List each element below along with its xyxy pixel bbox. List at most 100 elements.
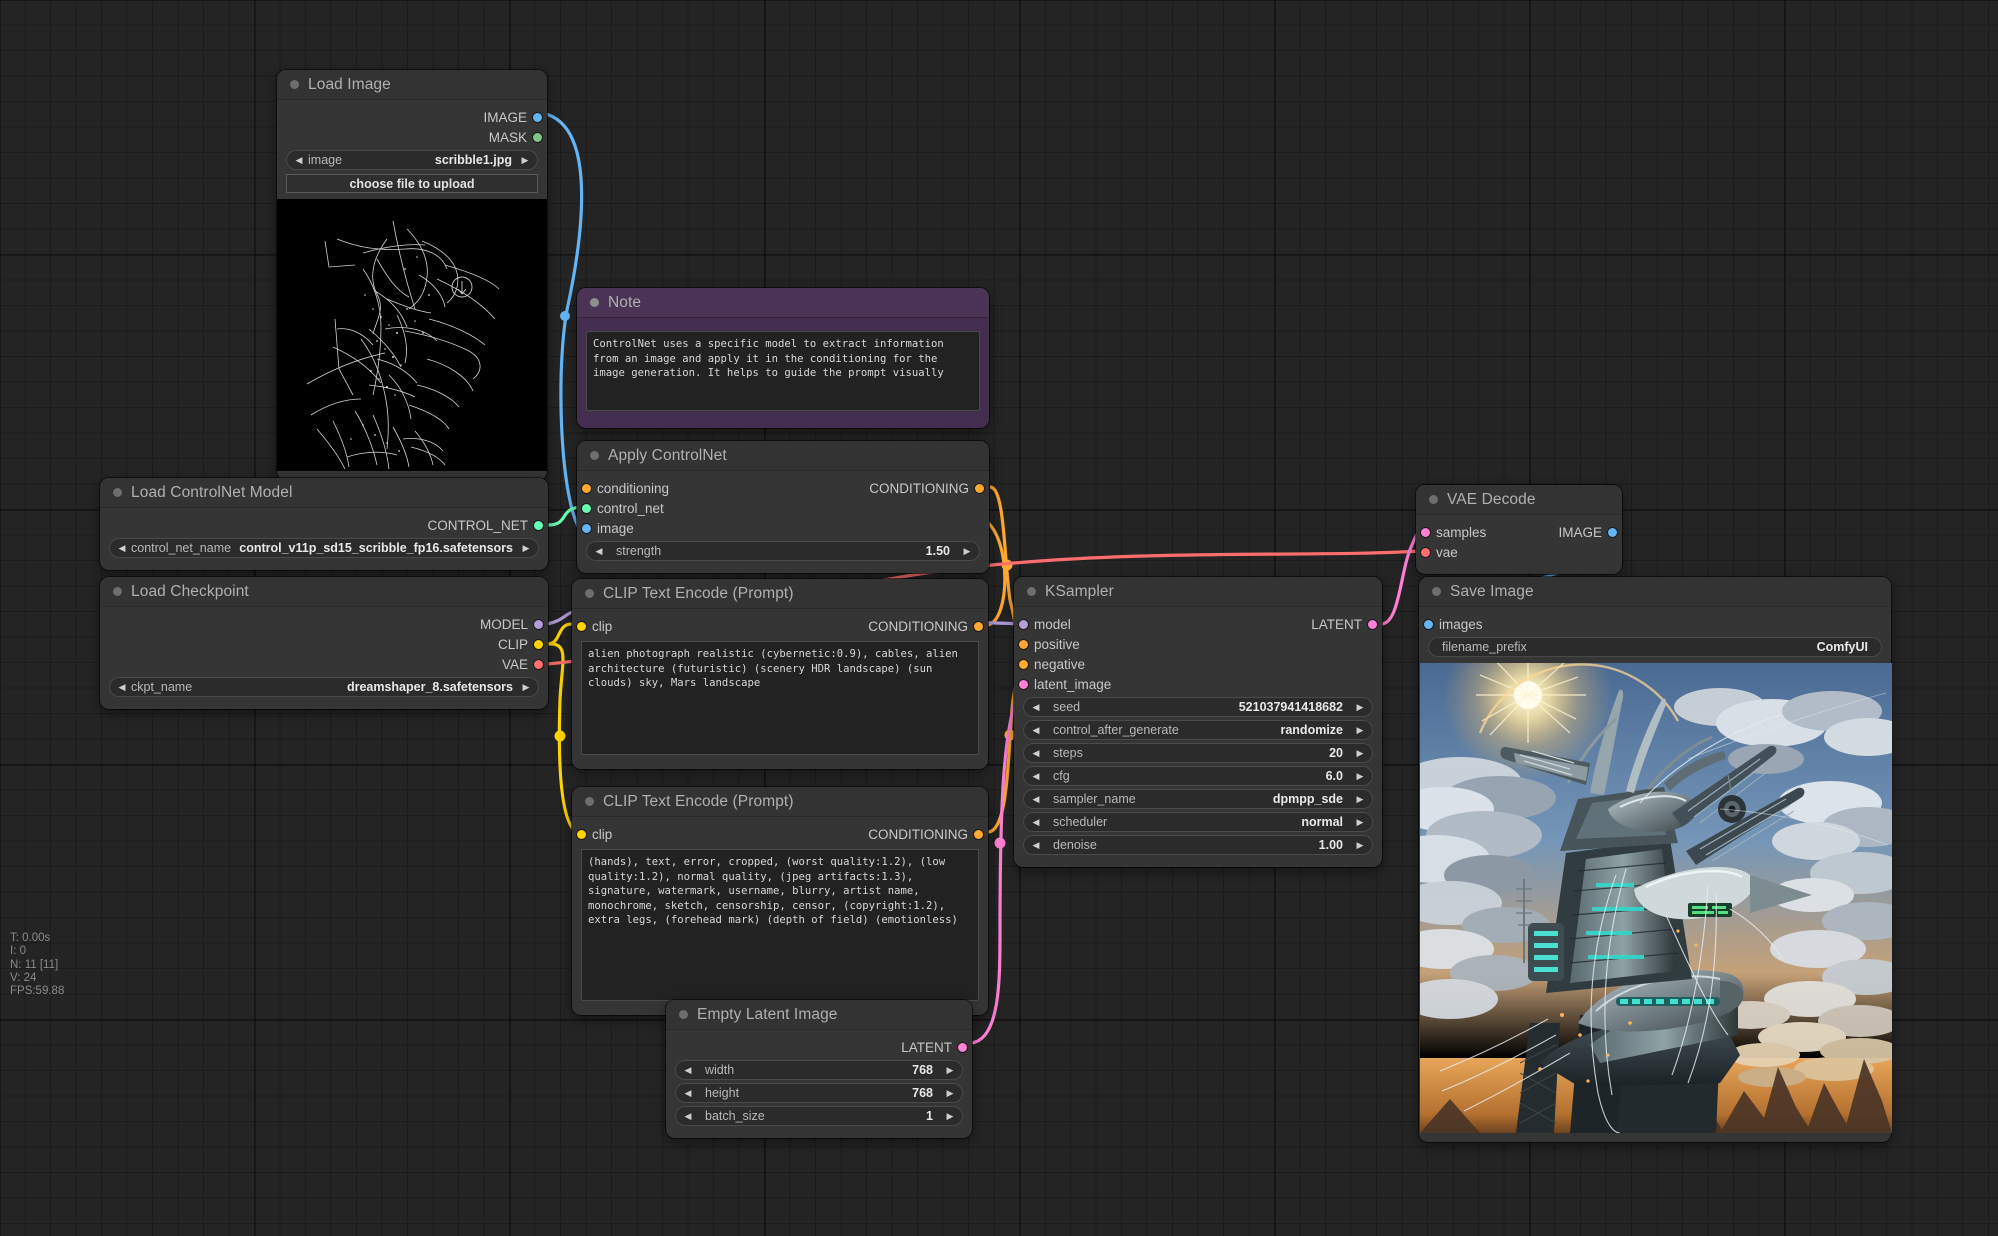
port-conditioning[interactable] [974, 622, 983, 631]
input-slot-clip[interactable]: clip [572, 616, 868, 636]
widget-height[interactable]: ◀ height 768 ▶ [675, 1083, 963, 1103]
input-slot-model[interactable]: model [1014, 614, 1311, 634]
port-conditioning[interactable] [974, 830, 983, 839]
chevron-left-icon[interactable]: ◀ [681, 1066, 695, 1075]
chevron-left-icon[interactable]: ◀ [592, 547, 606, 556]
output-slot-control-net[interactable]: CONTROL_NET [100, 515, 548, 535]
input-slot-latent-image[interactable]: latent_image [1014, 674, 1382, 694]
node-ksampler[interactable]: KSampler model LATENT positive negative … [1014, 577, 1382, 867]
output-slot-latent[interactable]: LATENT [1311, 614, 1382, 634]
input-slot-image[interactable]: image [577, 518, 989, 538]
widget-sampler-name[interactable]: ◀ sampler_name dpmpp_sde ▶ [1023, 789, 1373, 809]
port-control-net[interactable] [582, 504, 591, 513]
collapse-dot-icon[interactable] [585, 589, 594, 598]
widget-ckpt-name[interactable]: ◀ ckpt_name dreamshaper_8.safetensors ▶ [109, 677, 539, 697]
collapse-dot-icon[interactable] [290, 80, 299, 89]
chevron-left-icon[interactable]: ◀ [1029, 841, 1043, 850]
chevron-right-icon[interactable]: ▶ [1353, 818, 1367, 827]
collapse-dot-icon[interactable] [590, 451, 599, 460]
widget-strength[interactable]: ◀ strength 1.50 ▶ [586, 541, 980, 561]
node-title-load-image[interactable]: Load Image [277, 70, 547, 100]
node-save-image[interactable]: Save Image images filename_prefix ComfyU… [1419, 577, 1891, 1142]
output-slot-image[interactable]: IMAGE [277, 107, 547, 127]
chevron-left-icon[interactable]: ◀ [1029, 726, 1043, 735]
widget-denoise[interactable]: ◀ denoise 1.00 ▶ [1023, 835, 1373, 855]
widget-seed[interactable]: ◀ seed 521037941418682 ▶ [1023, 697, 1373, 717]
chevron-right-icon[interactable]: ▶ [518, 156, 532, 165]
chevron-left-icon[interactable]: ◀ [681, 1089, 695, 1098]
input-slot-clip[interactable]: clip [572, 824, 868, 844]
widget-image[interactable]: ◀ image scribble1.jpg ▶ [286, 150, 538, 170]
port-model[interactable] [534, 620, 543, 629]
chevron-left-icon[interactable]: ◀ [292, 156, 306, 165]
port-conditioning[interactable] [582, 484, 591, 493]
node-title-save-image[interactable]: Save Image [1419, 577, 1891, 607]
collapse-dot-icon[interactable] [1429, 495, 1438, 504]
output-slot-clip[interactable]: CLIP [100, 634, 548, 654]
port-clip[interactable] [577, 622, 586, 631]
input-slot-positive[interactable]: positive [1014, 634, 1382, 654]
chevron-right-icon[interactable]: ▶ [519, 683, 533, 692]
widget-control-net-name[interactable]: ◀ control_net_name control_v11p_sd15_scr… [109, 538, 539, 558]
port-latent[interactable] [958, 1043, 967, 1052]
chevron-right-icon[interactable]: ▶ [1353, 772, 1367, 781]
widget-scheduler[interactable]: ◀ scheduler normal ▶ [1023, 812, 1373, 832]
node-apply-controlnet[interactable]: Apply ControlNet conditioning CONDITIONI… [577, 441, 989, 573]
port-clip[interactable] [534, 640, 543, 649]
port-model[interactable] [1019, 620, 1028, 629]
port-vae[interactable] [534, 660, 543, 669]
node-title-ksampler[interactable]: KSampler [1014, 577, 1382, 607]
chevron-right-icon[interactable]: ▶ [943, 1112, 957, 1121]
input-slot-samples[interactable]: samples [1416, 522, 1558, 542]
output-slot-image[interactable]: IMAGE [1558, 522, 1622, 542]
input-slot-conditioning[interactable]: conditioning [577, 478, 869, 498]
chevron-right-icon[interactable]: ▶ [1353, 841, 1367, 850]
input-slot-images[interactable]: images [1419, 614, 1891, 634]
note-textarea[interactable]: ControlNet uses a specific model to extr… [586, 331, 980, 411]
node-title-clip-negative[interactable]: CLIP Text Encode (Prompt) [572, 787, 988, 817]
node-load-checkpoint[interactable]: Load Checkpoint MODEL CLIP VAE ◀ ckpt_na… [100, 577, 548, 709]
input-slot-negative[interactable]: negative [1014, 654, 1382, 674]
output-slot-vae[interactable]: VAE [100, 654, 548, 674]
choose-file-to-upload-button[interactable]: choose file to upload [286, 174, 538, 193]
port-negative[interactable] [1019, 660, 1028, 669]
chevron-right-icon[interactable]: ▶ [1353, 749, 1367, 758]
port-control-net[interactable] [534, 521, 543, 530]
widget-steps[interactable]: ◀ steps 20 ▶ [1023, 743, 1373, 763]
chevron-left-icon[interactable]: ◀ [1029, 703, 1043, 712]
port-samples[interactable] [1421, 528, 1430, 537]
chevron-left-icon[interactable]: ◀ [115, 683, 129, 692]
output-slot-mask[interactable]: MASK [277, 127, 547, 147]
collapse-dot-icon[interactable] [590, 298, 599, 307]
chevron-left-icon[interactable]: ◀ [1029, 818, 1043, 827]
collapse-dot-icon[interactable] [679, 1010, 688, 1019]
port-images[interactable] [1424, 620, 1433, 629]
input-slot-vae[interactable]: vae [1416, 542, 1622, 562]
node-title-empty-latent-image[interactable]: Empty Latent Image [666, 1000, 972, 1030]
output-slot-latent[interactable]: LATENT [666, 1037, 972, 1057]
output-slot-conditioning[interactable]: CONDITIONING [869, 478, 989, 498]
node-title-note[interactable]: Note [577, 288, 989, 318]
output-slot-model[interactable]: MODEL [100, 614, 548, 634]
collapse-dot-icon[interactable] [113, 488, 122, 497]
node-load-controlnet-model[interactable]: Load ControlNet Model CONTROL_NET ◀ cont… [100, 478, 548, 570]
port-positive[interactable] [1019, 640, 1028, 649]
port-conditioning-out[interactable] [975, 484, 984, 493]
node-title-vae-decode[interactable]: VAE Decode [1416, 485, 1622, 515]
node-note[interactable]: Note ControlNet uses a specific model to… [577, 288, 989, 428]
collapse-dot-icon[interactable] [1432, 587, 1441, 596]
chevron-right-icon[interactable]: ▶ [943, 1089, 957, 1098]
node-title-clip-positive[interactable]: CLIP Text Encode (Prompt) [572, 579, 988, 609]
chevron-right-icon[interactable]: ▶ [943, 1066, 957, 1075]
node-empty-latent-image[interactable]: Empty Latent Image LATENT ◀ width 768 ▶ … [666, 1000, 972, 1138]
collapse-dot-icon[interactable] [585, 797, 594, 806]
port-image[interactable] [582, 524, 591, 533]
port-image[interactable] [533, 113, 542, 122]
input-slot-control-net[interactable]: control_net [577, 498, 989, 518]
port-image[interactable] [1608, 528, 1617, 537]
node-title-load-checkpoint[interactable]: Load Checkpoint [100, 577, 548, 607]
chevron-right-icon[interactable]: ▶ [1353, 703, 1367, 712]
prompt-textarea-negative[interactable]: (hands), text, error, cropped, (worst qu… [581, 849, 979, 1001]
chevron-right-icon[interactable]: ▶ [1353, 726, 1367, 735]
prompt-textarea-positive[interactable]: alien photograph realistic (cybernetic:0… [581, 641, 979, 755]
